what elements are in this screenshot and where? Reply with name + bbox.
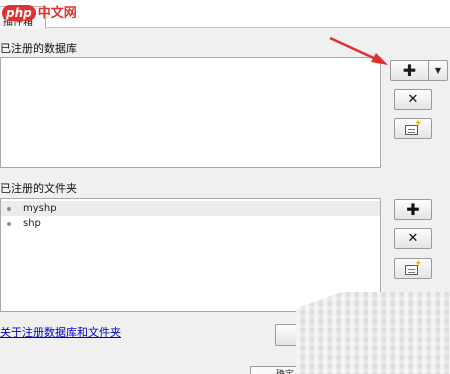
blurred-overlay	[296, 292, 450, 374]
add-database-split-button[interactable]: ✚ ▼	[390, 60, 450, 81]
close-icon: ✕	[407, 91, 419, 107]
folder-name: myshp	[23, 203, 57, 214]
plus-icon: ✚	[406, 199, 420, 219]
add-database-button[interactable]: ✚	[390, 60, 428, 81]
registered-folders-list[interactable]: myshp shp	[0, 198, 381, 312]
php-watermark-logo: php 中文网	[2, 2, 77, 22]
help-link-register-databases-folders[interactable]: 关于注册数据库和文件夹	[0, 324, 121, 340]
plus-icon: ✚	[402, 61, 417, 80]
watermark-php-badge: php	[2, 5, 36, 21]
add-folder-button[interactable]: ✚	[394, 199, 432, 220]
remove-folder-button[interactable]: ✕	[394, 228, 432, 249]
chevron-down-icon: ▼	[434, 66, 442, 75]
properties-icon: ✦	[405, 260, 422, 275]
registered-folders-label: 已注册的文件夹	[0, 182, 77, 195]
close-icon: ✕	[407, 230, 419, 246]
folder-name: shp	[23, 218, 41, 229]
watermark-site-text: 中文网	[37, 6, 77, 21]
remove-database-button[interactable]: ✕	[394, 89, 432, 110]
list-item[interactable]: myshp	[1, 201, 380, 216]
bullet-icon	[7, 221, 11, 226]
database-properties-button[interactable]: ✦	[394, 118, 432, 139]
list-item[interactable]: shp	[1, 216, 380, 231]
properties-icon: ✦	[405, 120, 422, 135]
registered-databases-list[interactable]	[0, 57, 381, 168]
bullet-icon	[7, 206, 11, 211]
folder-properties-button[interactable]: ✦	[394, 258, 432, 279]
registered-databases-label: 已注册的数据库	[0, 42, 77, 55]
add-database-dropdown[interactable]: ▼	[428, 60, 448, 81]
